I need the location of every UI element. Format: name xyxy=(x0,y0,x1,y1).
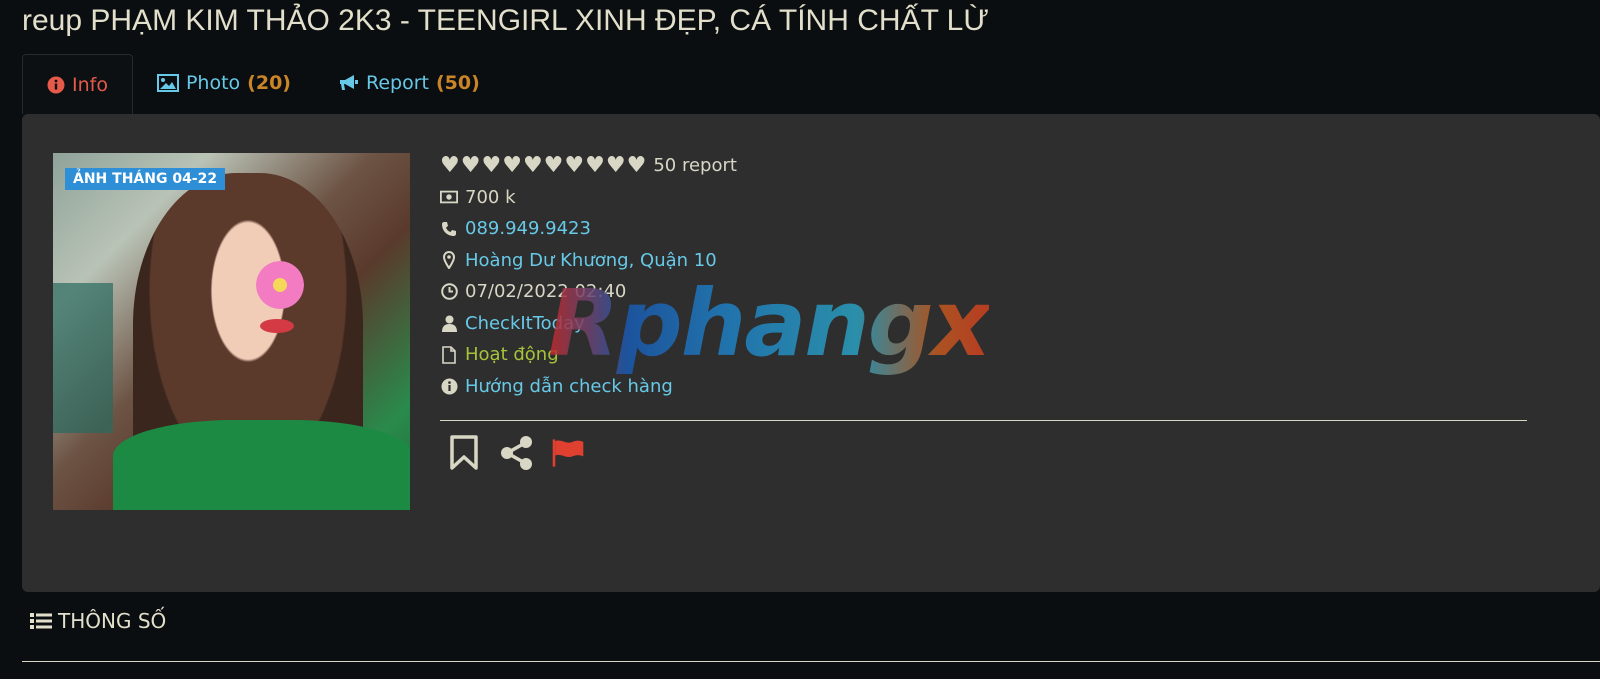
photo-date-badge: ẢNH THÁNG 04-22 xyxy=(65,168,226,190)
photo-shirt xyxy=(113,420,410,510)
phone-row: 089.949.9423 xyxy=(440,213,737,245)
page-title: reup PHẠM KIM THẢO 2K3 - TEENGIRL XINH Đ… xyxy=(22,4,989,37)
share-button[interactable] xyxy=(499,434,533,472)
user-row: CheckItToday xyxy=(440,308,737,340)
flag-icon xyxy=(552,439,584,467)
phone-icon xyxy=(440,220,458,238)
list-icon xyxy=(30,613,52,629)
bullhorn-icon xyxy=(339,75,358,90)
heart-icon: ♥ xyxy=(585,152,605,178)
section-title: THÔNG SỐ xyxy=(58,609,167,633)
heart-icon: ♥ xyxy=(543,152,564,178)
report-flag-button[interactable] xyxy=(551,434,585,472)
action-bar xyxy=(447,434,585,472)
heart-icon: ♥ xyxy=(502,152,522,178)
guide-link[interactable]: Hướng dẫn check hàng xyxy=(465,376,673,397)
phone-link[interactable]: 089.949.9423 xyxy=(465,218,591,239)
location-link[interactable]: Hoàng Dư Khương, Quận 10 xyxy=(465,250,717,271)
heart-icon: ♥ xyxy=(605,152,626,178)
guide-row: Hướng dẫn check hàng xyxy=(440,371,737,403)
tab-photo[interactable]: Photo (20) xyxy=(133,54,315,112)
section-header: THÔNG SỐ xyxy=(30,609,166,633)
photo-bench xyxy=(53,283,113,433)
datetime-row: 07/02/2022 02:40 xyxy=(440,276,737,308)
tab-report[interactable]: Report (50) xyxy=(315,54,504,112)
tab-photo-label: Photo xyxy=(185,72,241,94)
photo-lips xyxy=(260,319,294,333)
bookmark-icon xyxy=(450,435,478,470)
tab-report-count: (50) xyxy=(435,72,480,94)
price-value: 700 k xyxy=(465,186,516,208)
info-circle-icon xyxy=(47,76,65,93)
info-divider xyxy=(440,420,1527,421)
image-icon xyxy=(156,74,179,92)
location-row: Hoàng Dư Khương, Quận 10 xyxy=(440,245,737,277)
rating-hearts: ♥ ♥ ♥ ♥ ♥ ♥ ♥ ♥ ♥ ♥ xyxy=(440,152,647,178)
tab-photo-count: (20) xyxy=(247,72,291,94)
bookmark-button[interactable] xyxy=(447,434,481,472)
heart-icon: ♥ xyxy=(564,152,585,178)
info-list: ♥ ♥ ♥ ♥ ♥ ♥ ♥ ♥ ♥ ♥ 50 report 700 k 089.… xyxy=(440,150,737,402)
tab-bar: Info Photo (20) Report (50) xyxy=(22,54,504,114)
tab-info-label: Info xyxy=(72,73,108,96)
price-row: 700 k xyxy=(440,182,737,214)
heart-icon: ♥ xyxy=(522,152,543,178)
heart-icon: ♥ xyxy=(440,152,460,178)
report-count: 50 report xyxy=(653,155,737,177)
flower-sticker-icon xyxy=(256,261,304,309)
heart-icon: ♥ xyxy=(460,152,481,178)
datetime-value: 07/02/2022 02:40 xyxy=(465,281,627,303)
file-icon xyxy=(440,345,458,364)
info-circle-icon xyxy=(440,377,458,395)
profile-photo[interactable]: ẢNH THÁNG 04-22 xyxy=(53,153,410,510)
status-row: Hoạt động xyxy=(440,339,737,371)
rating-row: ♥ ♥ ♥ ♥ ♥ ♥ ♥ ♥ ♥ ♥ 50 report xyxy=(440,150,737,182)
user-icon xyxy=(440,314,458,332)
heart-icon: ♥ xyxy=(481,152,502,178)
info-panel: ẢNH THÁNG 04-22 ♥ ♥ ♥ ♥ ♥ ♥ ♥ ♥ ♥ ♥ 50 r… xyxy=(22,114,1600,592)
share-icon xyxy=(501,436,532,470)
status-value: Hoạt động xyxy=(465,344,559,366)
section-divider xyxy=(22,661,1600,662)
tab-report-label: Report xyxy=(365,72,429,94)
money-icon xyxy=(440,188,458,206)
map-marker-icon xyxy=(440,251,458,270)
clock-icon xyxy=(440,283,458,301)
user-link[interactable]: CheckItToday xyxy=(465,313,585,334)
heart-icon: ♥ xyxy=(626,152,647,178)
tab-info[interactable]: Info xyxy=(22,54,133,114)
